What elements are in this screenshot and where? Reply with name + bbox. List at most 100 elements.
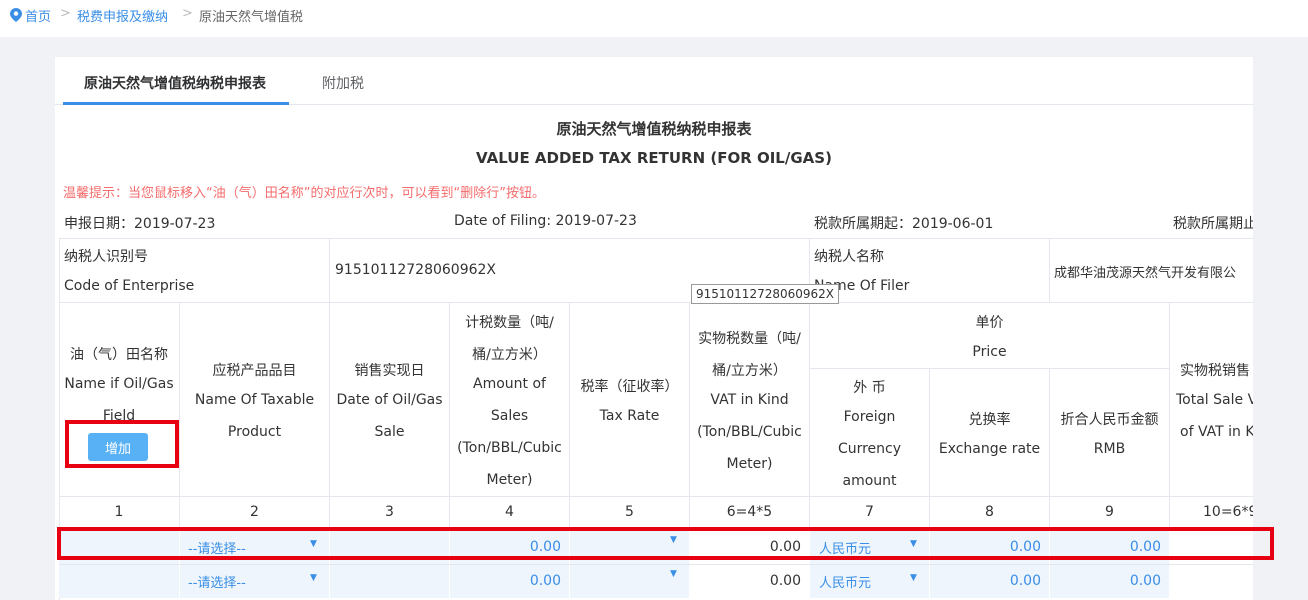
taxpayer-id-tooltip: 91510112728060962X <box>691 284 840 304</box>
header-tax-rate: 税率（征收率） Tax Rate <box>570 303 690 497</box>
main-panel: 原油天然气增值税纳税申报表 附加税 原油天然气增值税纳税申报表 VALUE AD… <box>55 57 1253 600</box>
form-title-en: VALUE ADDED TAX RETURN (FOR OIL/GAS) <box>476 149 832 167</box>
header-text: Date of Oil/Gas <box>336 392 443 408</box>
col-number: 9 <box>1050 497 1170 529</box>
taxpayer-name-value: 成都华油茂源天然气开发有限公 <box>1054 266 1237 281</box>
currency-select[interactable]: 人民币元 ▼ <box>810 530 930 564</box>
col-number-text: 2 <box>250 504 259 520</box>
rmb-amount-value: 0.00 <box>1129 539 1161 555</box>
header-text: 实物税销售 <box>1180 363 1250 379</box>
exchange-rate-value: 0.00 <box>1009 539 1041 555</box>
header-text: 折合人民币金额 <box>1060 412 1159 428</box>
header-text: Currency <box>837 441 902 457</box>
header-text: Price <box>972 344 1007 360</box>
col-number: 8 <box>930 497 1050 529</box>
currency-select-value: 人民币元 <box>819 542 872 557</box>
header-foreign-currency: 外 币 Foreign Currency amount <box>810 369 930 497</box>
taxpayer-id-value: 91510112728060962X <box>335 262 497 278</box>
rmb-amount-input[interactable]: 0.00 <box>1050 530 1170 564</box>
currency-select[interactable]: 人民币元 ▼ <box>810 565 930 599</box>
header-sale-date: 销售实现日 Date of Oil/Gas Sale <box>330 303 450 497</box>
taxpayer-id-label-en: Code of Enterprise <box>64 278 195 294</box>
header-text: Sales <box>490 408 529 424</box>
sale-date-cell[interactable] <box>330 530 450 564</box>
exchange-rate-input[interactable]: 0.00 <box>930 565 1050 599</box>
header-text: Amount of <box>473 376 546 392</box>
table-row: --请选择-- ▼ 0.00 ▼ 0.00 人民币元 ▼ 0.00 0.00 <box>59 530 1253 564</box>
taxpayer-id-label-cell: 纳税人识别号 Code of Enterprise <box>59 238 330 303</box>
vat-in-kind-cell: 0.00 <box>690 565 810 599</box>
field-name-cell[interactable] <box>59 565 180 599</box>
field-name-cell[interactable] <box>59 530 180 564</box>
header-text: (Ton/BBL/Cubic <box>457 440 562 456</box>
product-select[interactable]: --请选择-- ▼ <box>180 565 330 599</box>
amount-value: 0.00 <box>529 573 561 589</box>
col-number: 5 <box>570 497 690 529</box>
header-text: VAT in Kind <box>710 392 789 408</box>
currency-select-value: 人民币元 <box>819 576 872 591</box>
col-number: 2 <box>180 497 330 529</box>
col-number-text: 4 <box>505 504 514 520</box>
header-text: Total Sale V <box>1176 392 1253 408</box>
header-text: of VAT in K <box>1180 424 1253 440</box>
header-text: 计税数量（吨/ <box>465 315 554 331</box>
header-text: (Ton/BBL/Cubic <box>697 424 802 440</box>
product-select-value: --请选择-- <box>188 542 246 557</box>
breadcrumb-home-link[interactable]: 首页 <box>25 6 51 25</box>
taxpayer-name-label-cn: 纳税人名称 <box>814 249 884 265</box>
header-text: Sale <box>374 424 405 440</box>
rmb-amount-value: 0.00 <box>1129 573 1161 589</box>
header-text: Tax Rate <box>599 408 660 424</box>
header-text: 外 币 <box>853 380 886 396</box>
header-text: amount <box>842 473 897 489</box>
taxpayer-id-label-cn: 纳税人识别号 <box>64 249 148 265</box>
add-row-button[interactable]: 增加 <box>88 433 148 461</box>
header-text: Meter) <box>486 472 533 488</box>
total-sale-cell <box>1170 530 1253 564</box>
header-total-sale: 实物税销售 Total Sale V of VAT in K <box>1170 303 1253 497</box>
exchange-rate-value: 0.00 <box>1009 573 1041 589</box>
header-text: Product <box>227 424 282 440</box>
header-text: 应税产品品目 <box>212 363 297 379</box>
breadcrumb-separator: > <box>60 6 71 21</box>
header-text: Meter) <box>726 456 773 472</box>
product-select[interactable]: --请选择-- ▼ <box>180 530 330 564</box>
filing-date-en: Date of Filing: 2019-07-23 <box>454 213 637 229</box>
header-rmb-amount: 折合人民币金额 RMB <box>1050 369 1170 497</box>
product-select-value: --请选择-- <box>188 576 246 591</box>
warm-hint: 温馨提示：当您鼠标移入“油（气）田名称”的对应行次时，可以看到“删除行”按钮。 <box>63 186 545 201</box>
form-title-cn: 原油天然气增值税纳税申报表 <box>556 120 752 138</box>
header-text: 实物税数量（吨/ <box>698 331 801 347</box>
exchange-rate-input[interactable]: 0.00 <box>930 530 1050 564</box>
amount-input[interactable]: 0.00 <box>450 565 570 599</box>
breadcrumb-tax-filing-link[interactable]: 税费申报及缴纳 <box>77 6 168 25</box>
rmb-amount-input[interactable]: 0.00 <box>1050 565 1170 599</box>
caret-down-icon: ▼ <box>910 573 917 583</box>
vat-in-kind-value: 0.00 <box>769 539 801 555</box>
header-product: 应税产品品目 Name Of Taxable Product <box>180 303 330 497</box>
header-text: 税率（征收率） <box>580 379 679 395</box>
sale-date-cell[interactable] <box>330 565 450 599</box>
header-text: 桶/立方米） <box>472 347 547 363</box>
tab-oil-gas-vat-return[interactable]: 原油天然气增值税纳税申报表 <box>84 73 266 93</box>
tax-rate-select[interactable]: ▼ <box>570 565 690 599</box>
header-text: 油（气）田名称 <box>70 347 168 363</box>
header-text: Name Of Taxable <box>194 392 315 408</box>
header-exchange-rate: 兑换率 Exchange rate <box>930 369 1050 497</box>
amount-input[interactable]: 0.00 <box>450 530 570 564</box>
tax-rate-select[interactable]: ▼ <box>570 530 690 564</box>
header-amount: 计税数量（吨/ 桶/立方米） Amount of Sales (Ton/BBL/… <box>450 303 570 497</box>
col-number-text: 7 <box>865 504 874 520</box>
location-pin-icon <box>10 8 22 22</box>
header-text: Name if Oil/Gas <box>64 376 174 392</box>
caret-down-icon: ▼ <box>910 539 917 549</box>
period-end: 税款所属期止 <box>1173 216 1253 232</box>
tab-surtax[interactable]: 附加税 <box>322 73 364 93</box>
filing-date-cn: 申报日期：2019-07-23 <box>64 216 216 232</box>
col-number: 10=6*9 <box>1170 497 1253 529</box>
header-text: RMB <box>1093 441 1126 457</box>
total-sale-cell <box>1170 565 1253 599</box>
active-tab-indicator <box>63 102 289 105</box>
col-number: 3 <box>330 497 450 529</box>
breadcrumb-current: 原油天然气增值税 <box>199 10 304 25</box>
